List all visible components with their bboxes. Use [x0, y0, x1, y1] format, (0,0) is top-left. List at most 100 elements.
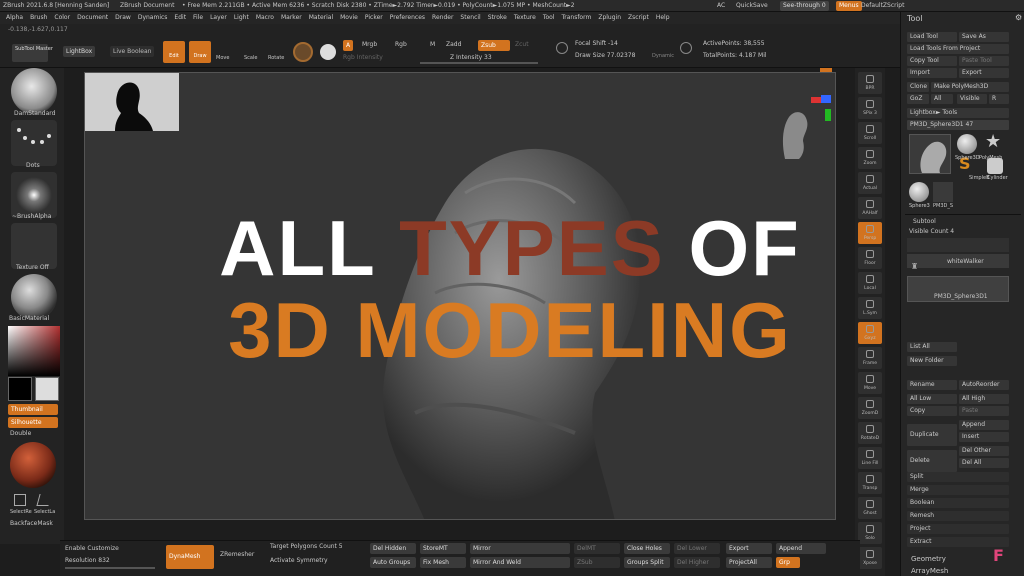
shelf-aahalf[interactable]: AAHalf [858, 197, 882, 219]
gear-icon[interactable]: ⚙ [1015, 13, 1022, 22]
visible-button[interactable]: Visible [957, 94, 987, 104]
menu-light[interactable]: Light [234, 14, 249, 21]
menus-button[interactable]: Menus [836, 1, 862, 11]
boolean-menu[interactable]: Boolean [907, 498, 1009, 508]
load-from-project-button[interactable]: Load Tools From Project [907, 44, 1009, 54]
subtool-row-top[interactable] [907, 238, 1009, 252]
activate-symmetry-button[interactable]: Activate Symmetry [270, 557, 328, 565]
resolution-slider[interactable]: Resolution 832 [65, 557, 110, 565]
shelf-frame[interactable]: Frame [858, 347, 882, 369]
delete-button[interactable]: Delete [907, 450, 957, 472]
menu-help[interactable]: Help [656, 14, 670, 21]
stroke-thumbnail[interactable] [11, 120, 57, 166]
shelf-local[interactable]: Local [858, 272, 882, 294]
sphere3-thumb[interactable] [909, 182, 929, 202]
visible-count-slider[interactable]: Visible Count 4 [909, 228, 954, 236]
mirror-button[interactable]: Mirror [470, 543, 570, 554]
silhouette-toggle[interactable]: Silhouette [8, 417, 58, 428]
dynamesh-button[interactable]: DynaMesh [166, 545, 214, 569]
sphere3d-thumb[interactable] [957, 134, 977, 154]
goz-button[interactable]: GoZ [907, 94, 929, 104]
shelf-rotated[interactable]: RotateD [858, 422, 882, 444]
focal-shift-slider[interactable]: Focal Shift -14 [575, 40, 618, 48]
make-polymesh-button[interactable]: Make PolyMesh3D [931, 82, 1009, 92]
menu-zplugin[interactable]: Zplugin [598, 14, 621, 21]
shelf-zoomd[interactable]: ZoomD [858, 397, 882, 419]
brush-thumbnail[interactable] [11, 68, 57, 114]
geometry-header[interactable]: Geometry [911, 555, 946, 563]
menu-macro[interactable]: Macro [256, 14, 274, 21]
dynamic-toggle[interactable]: Dynamic [652, 52, 674, 60]
del-lower-button[interactable]: Del Lower [674, 543, 720, 554]
shelf-actual[interactable]: Actual [858, 172, 882, 194]
all-button[interactable]: All [931, 94, 953, 104]
shelf-line-fill[interactable]: Line Fill [858, 447, 882, 469]
draw-mode-button[interactable]: Draw [189, 41, 211, 63]
copy-button[interactable]: Copy [907, 406, 957, 416]
clone-button[interactable]: Clone [907, 82, 929, 92]
del-all-button[interactable]: Del All [959, 458, 1009, 468]
list-all-button[interactable]: List All [907, 342, 957, 352]
live-boolean-button[interactable]: Live Boolean [110, 46, 155, 57]
mrgb-toggle[interactable]: Mrgb [362, 41, 377, 49]
menu-stroke[interactable]: Stroke [488, 14, 507, 21]
canvas-resize-marker[interactable] [820, 68, 832, 72]
menu-movie[interactable]: Movie [340, 14, 358, 21]
zsub-toggle[interactable]: Zsub [478, 40, 510, 51]
menu-dynamics[interactable]: Dynamics [138, 14, 168, 21]
load-tool-button[interactable]: Load Tool [907, 32, 957, 42]
append-button[interactable]: Append [959, 420, 1009, 430]
z-intensity-slider[interactable]: Z Intensity 33 [450, 54, 492, 62]
auto-groups-button[interactable]: Auto Groups [370, 557, 416, 568]
zadd-toggle[interactable]: Zadd [446, 41, 461, 49]
del-hidden-button[interactable]: Del Hidden [370, 543, 416, 554]
insert-button[interactable]: Insert [959, 432, 1009, 442]
menu-preferences[interactable]: Preferences [390, 14, 425, 21]
rgb-intensity-slider[interactable]: Rgb Intensity [343, 54, 383, 62]
shelf-solo[interactable]: Solo [858, 522, 882, 544]
double-toggle[interactable]: Double [10, 430, 31, 438]
project-menu[interactable]: Project [907, 524, 1009, 534]
enable-customize-button[interactable]: Enable Customize [65, 545, 119, 553]
shelf-ghost[interactable]: Ghost [858, 497, 882, 519]
shelf-floor[interactable]: Floor [858, 247, 882, 269]
material-color-icon[interactable] [293, 42, 313, 62]
shelf-l-sym[interactable]: L.Sym [858, 297, 882, 319]
quicksave-button[interactable]: QuickSave [736, 2, 768, 10]
new-folder-button[interactable]: New Folder [907, 356, 957, 366]
move-mode-button[interactable]: Move [216, 54, 229, 62]
save-as-button[interactable]: Save As [959, 32, 1009, 42]
polymesh-star-icon[interactable]: ★ [985, 132, 1001, 152]
select-rect-icon[interactable] [14, 494, 26, 506]
color-picker[interactable] [8, 326, 60, 376]
m-toggle[interactable]: M [430, 41, 435, 49]
shelf-scroll[interactable]: Scroll [858, 122, 882, 144]
menu-color[interactable]: Color [54, 14, 70, 21]
menu-document[interactable]: Document [77, 14, 108, 21]
draw-size-slider[interactable]: Draw Size 77.02378 [575, 52, 635, 60]
storemt-button[interactable]: StoreMT [420, 543, 466, 554]
rgb-toggle[interactable]: Rgb [395, 41, 407, 49]
pm3d-thumb[interactable] [933, 182, 953, 202]
rotate-mode-button[interactable]: Rotate [268, 54, 284, 62]
zcut-toggle[interactable]: Zcut [515, 41, 529, 49]
head-navigator-icon[interactable] [775, 101, 815, 163]
thumbnail-toggle[interactable]: Thumbnail [8, 404, 58, 415]
duplicate-button[interactable]: Duplicate [907, 424, 957, 446]
paste-tool-button[interactable]: Paste Tool [959, 56, 1009, 66]
arraymesh-header[interactable]: ArrayMesh [911, 567, 948, 575]
shelf-spix-3[interactable]: SPix 3 [858, 97, 882, 119]
menu-picker[interactable]: Picker [365, 14, 383, 21]
lightbox-tools-button[interactable]: Lightbox► Tools [907, 108, 1009, 118]
shelf-zoom[interactable]: Zoom [858, 147, 882, 169]
rename-button[interactable]: Rename [907, 380, 957, 390]
fix-mesh-button[interactable]: Fix Mesh [420, 557, 466, 568]
seethrough-slider[interactable]: See-through 0 [780, 1, 829, 11]
lightbox-button[interactable]: LightBox [63, 46, 96, 57]
subtool-row-2[interactable]: PM3D_Sphere3D1 [907, 276, 1009, 302]
menu-stencil[interactable]: Stencil [460, 14, 480, 21]
texture-thumbnail[interactable] [11, 223, 57, 269]
zsub-button[interactable]: ZSub [574, 557, 620, 568]
shelf-bpr[interactable]: BPR [858, 72, 882, 94]
shelf-gxyz[interactable]: Gxyz [858, 322, 882, 344]
